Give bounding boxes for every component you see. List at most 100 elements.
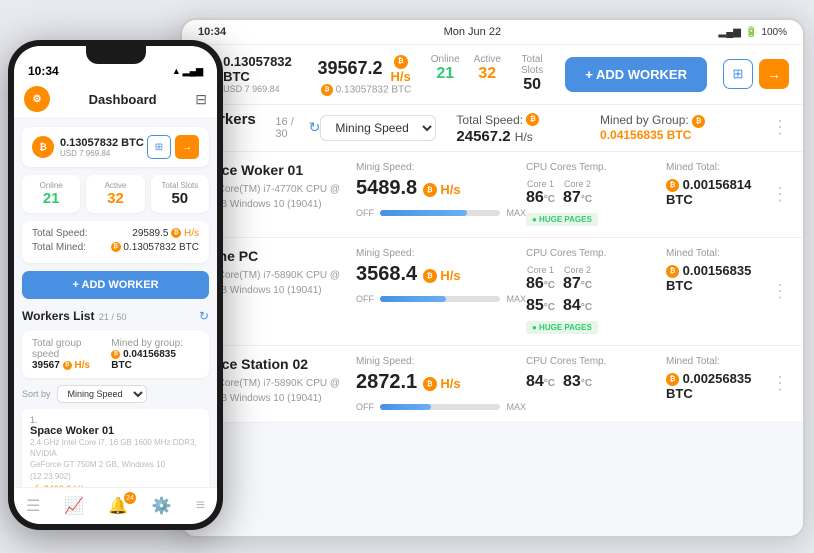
- worker-mining-2: Minig Speed: 3568.4 ₿ H/s OFF MAX: [356, 248, 526, 335]
- mined-group-label: Mined by Group:: [600, 113, 689, 127]
- phone-worker-specs: 2.4 GHz Intel Core i7, 16 GB 1600 MHz DD…: [30, 437, 201, 482]
- active-label: Active: [474, 54, 501, 65]
- desktop-btc-title: 0.13057832 BTC: [223, 54, 317, 84]
- mined-by-label: Mined by group:: [111, 338, 199, 349]
- workers-list-container: Space Woker 01 Intel Core(TM) i7-4770K C…: [182, 152, 803, 536]
- phone-stats-row: Online 21 Active 32 Total Slots 50: [22, 175, 209, 213]
- phone-filter-icon[interactable]: ⊟: [195, 91, 207, 108]
- header-action-btns: ⊞ →: [723, 59, 789, 89]
- tablet-date: Mon Jun 22: [444, 26, 501, 38]
- phone-worker-name: Space Woker 01: [30, 425, 201, 437]
- desktop-header: ₿ 0.13057832 BTC USD 7 969.84 39567.2 ₿ …: [182, 45, 803, 105]
- desktop-active-stat: Active 32: [474, 54, 501, 94]
- phone-qr-btn[interactable]: ⊞: [147, 135, 171, 159]
- cpu-temps-3: 84°C 83°C: [526, 373, 666, 391]
- phone-online-stat: Online 21: [22, 175, 80, 213]
- total-speed-label: Total Speed:: [32, 228, 88, 239]
- total-speed-display: Total Speed: ₿ 24567.2 H/s: [456, 111, 580, 145]
- refresh-icon[interactable]: ↻: [309, 119, 321, 136]
- add-worker-button[interactable]: + ADD WORKER: [565, 57, 707, 92]
- desktop-speed-group: 39567.2 ₿ H/s ₿ 0.13057832 BTC: [318, 53, 415, 96]
- phone-speed-card: Total Speed: 29589.5 ₿ H/s Total Mined: …: [22, 221, 209, 263]
- tablet-status-bar: 10:34 Mon Jun 22 ▂▄▆ 🔋 100%: [182, 20, 803, 45]
- huge-pages-badge-2: ● HUGE PAGES: [526, 321, 598, 334]
- signal-icon: ▂▄▆: [719, 27, 741, 38]
- phone-sort-select[interactable]: Mining Speed: [57, 385, 147, 403]
- battery-pct: 100%: [761, 27, 787, 38]
- phone-active-val: 32: [94, 190, 136, 207]
- slots-label: Total Slots: [515, 54, 549, 76]
- online-label: Online: [431, 54, 460, 65]
- desktop-speed-unit: ₿ H/s: [387, 53, 415, 84]
- phone-header: ⚙ Dashboard ⊟: [14, 82, 217, 119]
- worker-mining-1: Minig Speed: 5489.8 ₿ H/s OFF MAX: [356, 162, 526, 227]
- tablet-time: 10:34: [198, 26, 226, 38]
- phone-screen: 10:34 ▲ ▂▄▆ ⚙ Dashboard ⊟ ₿ 0.13057832 B…: [14, 46, 217, 524]
- desktop-online-stat: Online 21: [431, 54, 460, 94]
- cpu-temps-1: Core 1 86°C Core 2 87°C: [526, 179, 666, 207]
- phone-arrow-btn[interactable]: →: [175, 135, 199, 159]
- battery-icon: 🔋: [745, 27, 757, 38]
- phone-active-stat: Active 32: [86, 175, 144, 213]
- phone-group-stats: Total group speed 39567 ₿ H/s Mined by g…: [22, 331, 209, 378]
- phone-slots-label: Total Slots: [159, 181, 201, 190]
- worker-mined-2: Mined Total: ₿ 0.00156835 BTC: [666, 248, 771, 335]
- worker-more-3[interactable]: ⋮: [771, 356, 789, 412]
- phone-btc-actions: ⊞ →: [147, 135, 199, 159]
- phone-btc-amount: 0.13057832 BTC: [60, 137, 144, 149]
- desktop-slots-stat: Total Slots 50: [515, 54, 549, 94]
- phone-slots-val: 50: [159, 190, 201, 207]
- worker-more-1[interactable]: ⋮: [771, 162, 789, 227]
- phone-workers-title: Workers List: [22, 309, 94, 323]
- desktop-total-speed: 39567.2: [318, 58, 383, 79]
- notification-badge: 24: [124, 492, 136, 504]
- signal-icon: ▂▄▆: [183, 66, 203, 77]
- total-speed-label: Total Speed:: [456, 113, 523, 127]
- speed-bar-3: OFF MAX: [356, 402, 526, 412]
- desktop-btc-usd: USD 7 969.84: [223, 84, 317, 94]
- table-row: Space Station 02 Intel Core(TM) i7-5890K…: [182, 346, 803, 423]
- worker-num: 1.: [30, 415, 201, 425]
- slots-val: 50: [515, 76, 549, 94]
- phone-refresh-icon[interactable]: ↻: [199, 309, 209, 323]
- huge-pages-badge-1: ● HUGE PAGES: [526, 213, 598, 226]
- phone-frame: 10:34 ▲ ▂▄▆ ⚙ Dashboard ⊟ ₿ 0.13057832 B…: [8, 40, 223, 530]
- nav-menu[interactable]: ≡: [186, 495, 215, 517]
- phone-active-label: Active: [94, 181, 136, 190]
- mined-group-display: Mined by Group: ₿ 0.04156835 BTC: [600, 113, 751, 141]
- list-item: 1. Space Woker 01 2.4 GHz Intel Core i7,…: [22, 409, 209, 487]
- tablet-status-icons: ▂▄▆ 🔋 100%: [719, 27, 788, 38]
- workers-list-toolbar: Workers List 16 / 30 ↻ Mining Speed Tota…: [182, 105, 803, 152]
- nav-home[interactable]: ☰: [16, 494, 50, 518]
- phone-add-worker-button[interactable]: + ADD WORKER: [22, 271, 209, 299]
- phone-online-val: 21: [30, 190, 72, 207]
- btc-sm-icon: ₿: [321, 84, 333, 96]
- online-val: 21: [431, 65, 460, 83]
- phone-time: 10:34: [28, 64, 59, 78]
- nav-settings[interactable]: ⚙️: [142, 494, 182, 518]
- nav-chart[interactable]: 📈: [54, 494, 94, 518]
- phone-nav: ☰ 📈 🔔 24 ⚙️ ≡: [14, 487, 217, 524]
- ts-btc-icon: ₿: [526, 113, 539, 126]
- desktop-btc-mined-label: ₿ 0.13057832 BTC: [318, 84, 415, 96]
- table-row: Home PC Intel Core(TM) i7-5890K CPU @ 16…: [182, 238, 803, 346]
- desktop-btc-mined: 0.13057832 BTC: [336, 84, 412, 95]
- phone-slots-stat: Total Slots 50: [151, 175, 209, 213]
- mining-speed-3: 2872.1 ₿ H/s: [356, 371, 526, 394]
- mining-speed-2: 3568.4 ₿ H/s: [356, 263, 526, 286]
- active-val: 32: [474, 65, 501, 83]
- phone-logo: ⚙: [24, 86, 50, 112]
- phone-notch: [86, 46, 146, 64]
- desktop-stats: Online 21 Active 32 Total Slots 50: [431, 54, 550, 94]
- nav-notifications[interactable]: 🔔 24: [98, 494, 138, 518]
- worker-mined-3: Mined Total: ₿ 0.00256835 BTC: [666, 356, 771, 412]
- total-speed-val: 29589.5 ₿ H/s: [132, 228, 199, 239]
- phone-btc-usd: USD 7 969.84: [60, 149, 144, 158]
- tablet-frame: 10:34 Mon Jun 22 ▂▄▆ 🔋 100% ₿ 0.13057832…: [180, 18, 805, 538]
- mined-val: ₿ 0.13057832 BTC: [111, 242, 199, 253]
- arrow-button[interactable]: →: [759, 59, 789, 89]
- sort-select[interactable]: Mining Speed: [320, 115, 436, 141]
- workers-more-icon[interactable]: ⋮: [771, 117, 789, 138]
- worker-more-2[interactable]: ⋮: [771, 248, 789, 335]
- qr-button[interactable]: ⊞: [723, 59, 753, 89]
